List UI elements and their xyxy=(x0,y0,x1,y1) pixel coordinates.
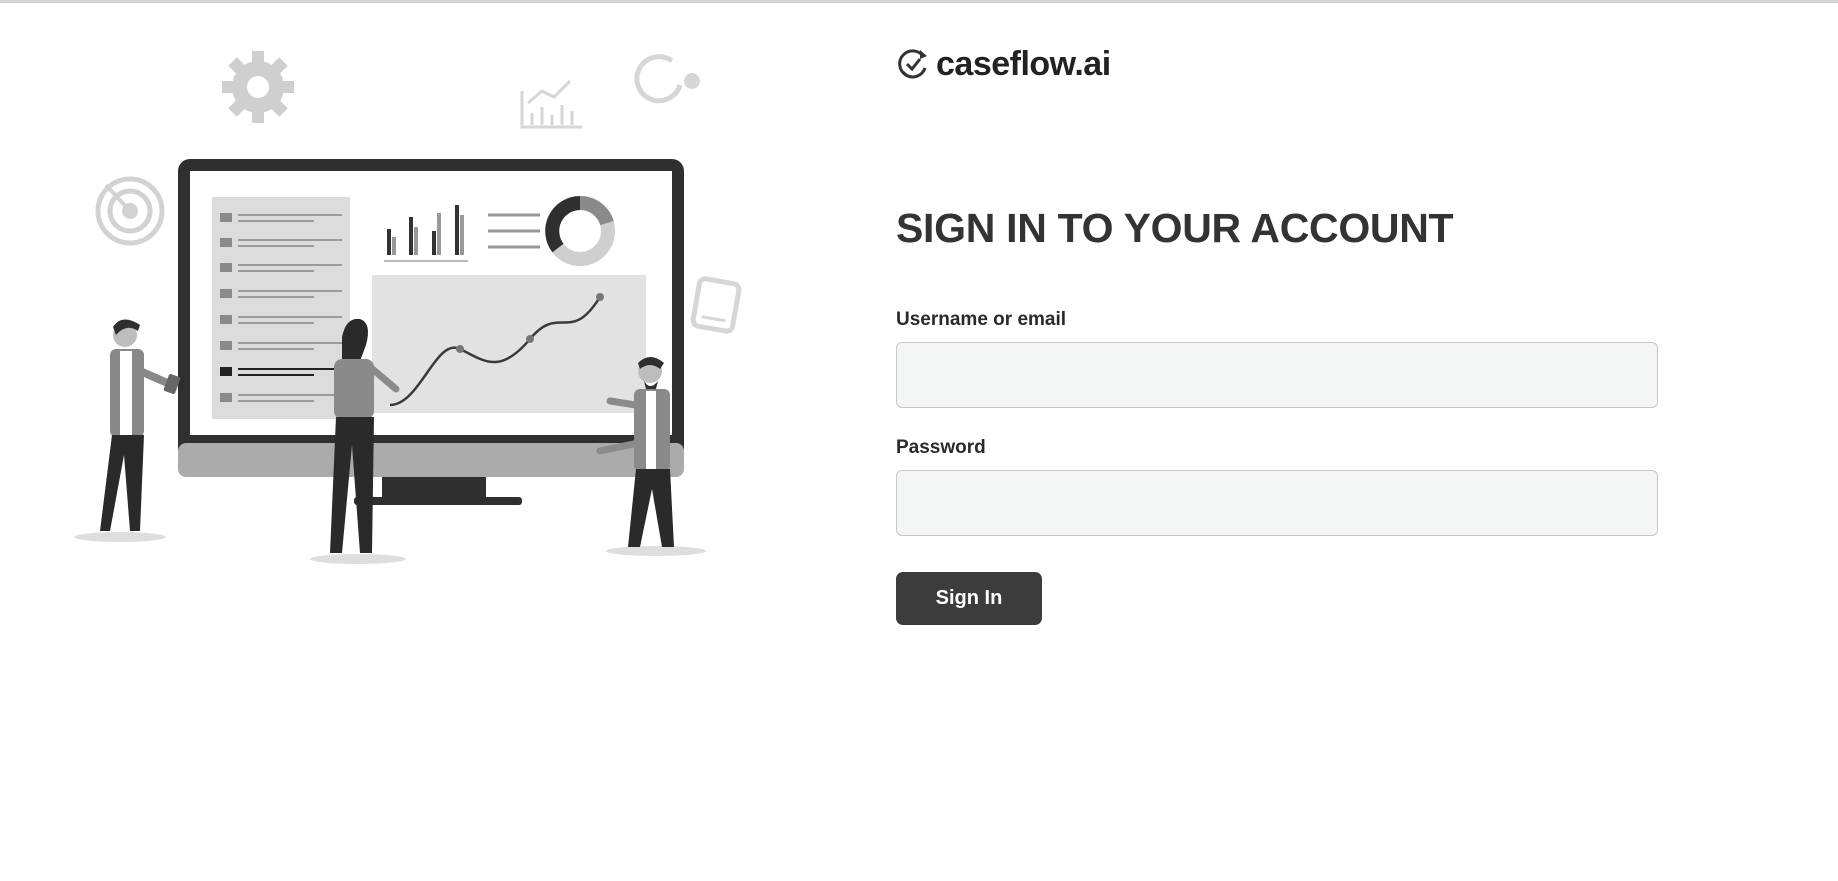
hero-illustration xyxy=(60,45,780,590)
username-label: Username or email xyxy=(896,309,1067,330)
refresh-icon xyxy=(634,54,700,104)
refresh-check-icon xyxy=(896,44,930,84)
monitor xyxy=(178,159,684,505)
username-input[interactable] xyxy=(896,342,1658,408)
brand-name: caseflow.ai xyxy=(936,45,1111,83)
brand-logo: caseflow.ai xyxy=(896,42,1111,86)
gear-icon xyxy=(222,51,294,123)
top-divider xyxy=(0,0,1838,3)
password-label: Password xyxy=(896,437,986,458)
login-form: SIGN IN TO YOUR ACCOUNT Username or emai… xyxy=(896,200,1658,625)
target-icon xyxy=(95,176,165,246)
sign-in-button[interactable]: Sign In xyxy=(896,572,1042,625)
bar-chart-icon xyxy=(520,79,582,129)
person-with-phone xyxy=(74,319,181,542)
tablet-icon xyxy=(690,276,742,334)
page-title: SIGN IN TO YOUR ACCOUNT xyxy=(896,205,1454,251)
password-input[interactable] xyxy=(896,470,1658,536)
